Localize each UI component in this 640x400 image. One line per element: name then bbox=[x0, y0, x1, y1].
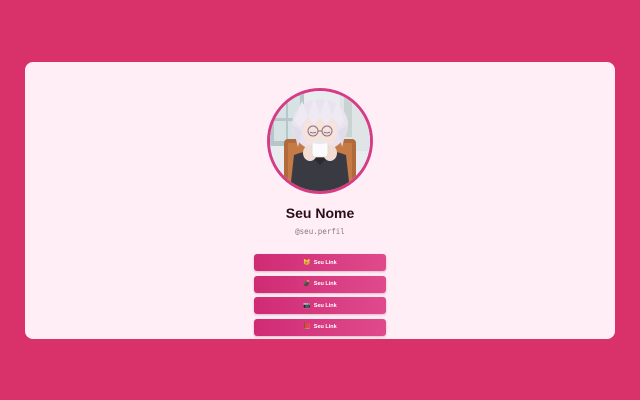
link-button-4[interactable]: 📕 Seu Link bbox=[254, 318, 386, 336]
profile-card: Seu Nome @seu.perfil 😸 Seu Link 💣 Seu Li… bbox=[25, 62, 615, 339]
link-label: Seu Link bbox=[313, 302, 337, 309]
anime-avatar-photo bbox=[270, 91, 370, 191]
avatar-ring bbox=[267, 88, 373, 194]
link-button-2[interactable]: 💣 Seu Link bbox=[254, 275, 386, 293]
link-button-3[interactable]: 📷 Seu Link bbox=[254, 297, 386, 314]
links-list: 😸 Seu Link 💣 Seu Link 📷 Seu Link 📕 Seu L… bbox=[254, 254, 386, 339]
cat-emoji-icon: 😸 bbox=[303, 259, 311, 266]
bomb-emoji-icon: 💣 bbox=[303, 281, 311, 287]
avatar[interactable] bbox=[270, 91, 370, 191]
link-label: Seu Link bbox=[313, 324, 337, 330]
link-button-1[interactable]: 😸 Seu Link bbox=[254, 254, 386, 271]
link-label: Seu Link bbox=[313, 281, 337, 287]
book-emoji-icon: 📕 bbox=[303, 324, 311, 330]
profile-name: Seu Nome bbox=[285, 205, 355, 221]
camera-emoji-icon: 📷 bbox=[303, 302, 311, 309]
link-label: Seu Link bbox=[313, 259, 337, 266]
profile-handle: @seu.perfil bbox=[295, 227, 345, 236]
